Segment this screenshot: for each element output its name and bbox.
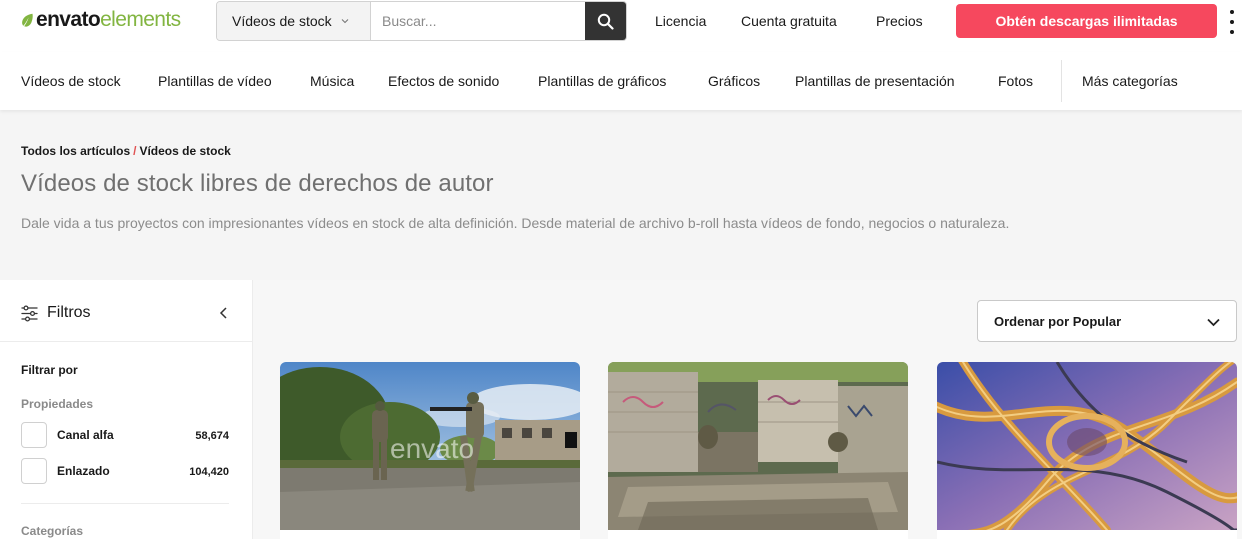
divider [21, 503, 229, 504]
filter-by-label: Filtrar por [21, 363, 78, 377]
envato-watermark: envato [390, 433, 474, 464]
search-button[interactable] [585, 2, 626, 40]
category-graficos[interactable]: Gráficos [708, 73, 760, 89]
category-nav: Vídeos de stock Plantillas de vídeo Músi… [0, 52, 1242, 110]
filter-label: Canal alfa [57, 428, 114, 442]
ruins-thumbnail-image [608, 362, 908, 530]
filter-count: 58,674 [195, 430, 229, 442]
category-plantillas-de-graficos[interactable]: Plantillas de gráficos [538, 73, 666, 89]
category-efectos-de-sonido[interactable]: Efectos de sonido [388, 73, 499, 89]
checkbox[interactable] [21, 458, 47, 484]
breadcrumb-all-items[interactable]: Todos los artículos [21, 144, 130, 158]
highway-thumbnail-image [937, 362, 1237, 530]
breadcrumb-current: Vídeos de stock [139, 144, 231, 158]
page-title: Vídeos de stock libres de derechos de au… [21, 170, 494, 197]
breadcrumb-separator: / [133, 144, 137, 158]
search-category-select[interactable]: Vídeos de stock [217, 2, 371, 40]
video-thumbnail[interactable] [937, 362, 1237, 530]
video-card[interactable] [608, 362, 908, 539]
filter-enlazado[interactable]: Enlazado 104,420 [21, 458, 229, 484]
category-videos-de-stock[interactable]: Vídeos de stock [21, 73, 121, 89]
top-bar: envatoelements Vídeos de stock Licencia … [0, 0, 1242, 42]
checkbox[interactable] [21, 422, 47, 448]
video-card[interactable]: envato [280, 362, 580, 539]
search-category-label: Vídeos de stock [232, 13, 332, 29]
filter-label: Enlazado [57, 464, 110, 478]
filter-count: 104,420 [189, 466, 229, 478]
filters-icon [21, 304, 38, 322]
leaf-icon [22, 13, 33, 27]
nav-precios[interactable]: Precios [876, 13, 923, 29]
logo-text-elements: elements [100, 8, 181, 31]
search-bar: Vídeos de stock [216, 1, 627, 41]
category-fotos[interactable]: Fotos [998, 73, 1033, 89]
soldiers-thumbnail-image: envato [280, 362, 580, 530]
video-thumbnail[interactable] [608, 362, 908, 530]
category-musica[interactable]: Música [310, 73, 354, 89]
results-area: Filtros Filtrar por Propiedades Canal al… [0, 280, 1242, 539]
filters-header: Filtros [21, 302, 231, 324]
filters-title: Filtros [47, 304, 91, 321]
properties-label: Propiedades [21, 397, 94, 411]
category-plantillas-de-presentacion[interactable]: Plantillas de presentación [795, 73, 955, 89]
nav-licencia[interactable]: Licencia [655, 13, 706, 29]
video-thumbnail[interactable]: envato [280, 362, 580, 530]
sort-label: Ordenar por Popular [994, 313, 1122, 329]
logo-text: envatoelements [36, 9, 181, 31]
search-icon [597, 13, 614, 30]
filters-sidebar: Filtros Filtrar por Propiedades Canal al… [0, 280, 253, 539]
envato-elements-logo[interactable]: envatoelements [20, 9, 181, 31]
nav-cuenta-gratuita[interactable]: Cuenta gratuita [741, 13, 837, 29]
divider [0, 341, 252, 342]
category-plantillas-de-video[interactable]: Plantillas de vídeo [158, 73, 272, 89]
chevron-left-icon[interactable] [217, 306, 231, 320]
unlimited-downloads-button[interactable]: Obtén descargas ilimitadas [956, 4, 1217, 38]
hero-section: Todos los artículos / Vídeos de stock Víde… [0, 110, 1242, 280]
sort-dropdown[interactable]: Ordenar por Popular [977, 300, 1237, 342]
nav-divider [1061, 60, 1062, 102]
categories-label: Categorías [21, 524, 84, 538]
more-menu-icon[interactable] [1229, 10, 1235, 34]
filter-canal-alfa[interactable]: Canal alfa 58,674 [21, 422, 229, 448]
search-input[interactable] [371, 2, 585, 40]
video-card[interactable] [937, 362, 1237, 539]
category-mas-categorias[interactable]: Más categorías [1082, 73, 1178, 89]
chevron-down-icon [1207, 318, 1220, 327]
chevron-down-icon [341, 19, 349, 24]
page-description: Dale vida a tus proyectos con impresiona… [21, 215, 1010, 231]
logo-text-envato: envato [36, 8, 101, 31]
breadcrumb: Todos los artículos / Vídeos de stock [21, 144, 231, 158]
